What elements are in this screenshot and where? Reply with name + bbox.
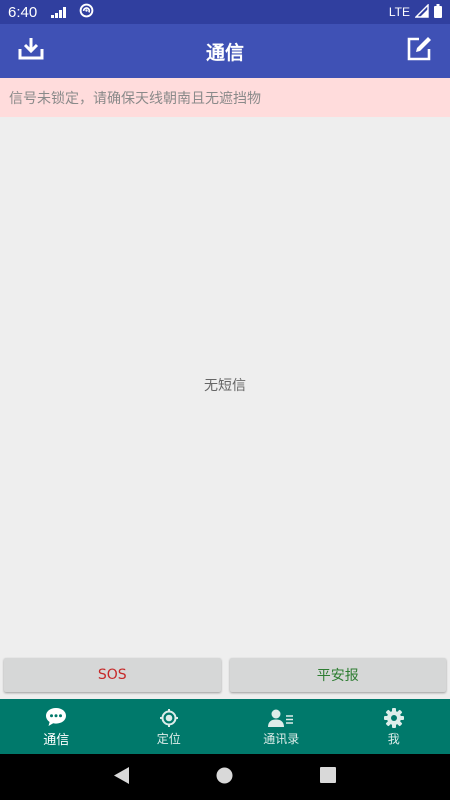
nav-item-messages[interactable]: 通信 (0, 699, 113, 754)
system-nav-bar (0, 754, 450, 800)
signal-warning-banner: 信号未锁定，请确保天线朝南且无遮挡物 (0, 78, 450, 117)
signal-bars-icon (51, 3, 69, 22)
action-row: SOS 平安报 (4, 658, 446, 692)
sos-button[interactable]: SOS (4, 658, 221, 692)
warning-text: 信号未锁定，请确保天线朝南且无遮挡物 (9, 90, 261, 107)
nav-label: 通信 (43, 732, 70, 748)
recents-square-icon (320, 767, 337, 787)
compose-button[interactable] (391, 24, 447, 78)
contacts-icon (268, 707, 294, 729)
nav-item-location[interactable]: 定位 (113, 699, 226, 754)
network-type: LTE (388, 5, 410, 19)
app-bar: 通信 (0, 24, 450, 78)
nav-item-contacts[interactable]: 通讯录 (225, 699, 338, 754)
back-button[interactable] (102, 757, 142, 797)
location-icon (159, 707, 179, 729)
nav-label: 我 (387, 731, 400, 746)
download-button[interactable] (3, 24, 59, 78)
sync-circle-icon (79, 3, 94, 22)
bottom-nav: 通信 定位 通讯录 我 (0, 699, 450, 754)
edit-icon (405, 35, 433, 67)
back-triangle-icon (113, 766, 130, 788)
nav-label: 定位 (156, 731, 181, 746)
message-list: 无短信 (0, 117, 450, 652)
battery-icon (434, 3, 442, 22)
download-icon (18, 37, 44, 65)
home-circle-icon (216, 767, 233, 788)
status-time: 6:40 (8, 3, 38, 21)
empty-state-text: 无短信 (204, 377, 246, 394)
status-bar: 6:40 LTE (0, 0, 450, 24)
gear-icon (383, 707, 404, 729)
nav-label: 通讯录 (263, 731, 300, 746)
recents-button[interactable] (308, 757, 348, 797)
chat-icon (45, 706, 67, 728)
page-title: 通信 (205, 41, 244, 64)
nav-item-me[interactable]: 我 (338, 699, 450, 754)
home-button[interactable] (205, 757, 245, 797)
safe-report-button[interactable]: 平安报 (229, 658, 446, 692)
cell-signal-icon (414, 2, 429, 22)
